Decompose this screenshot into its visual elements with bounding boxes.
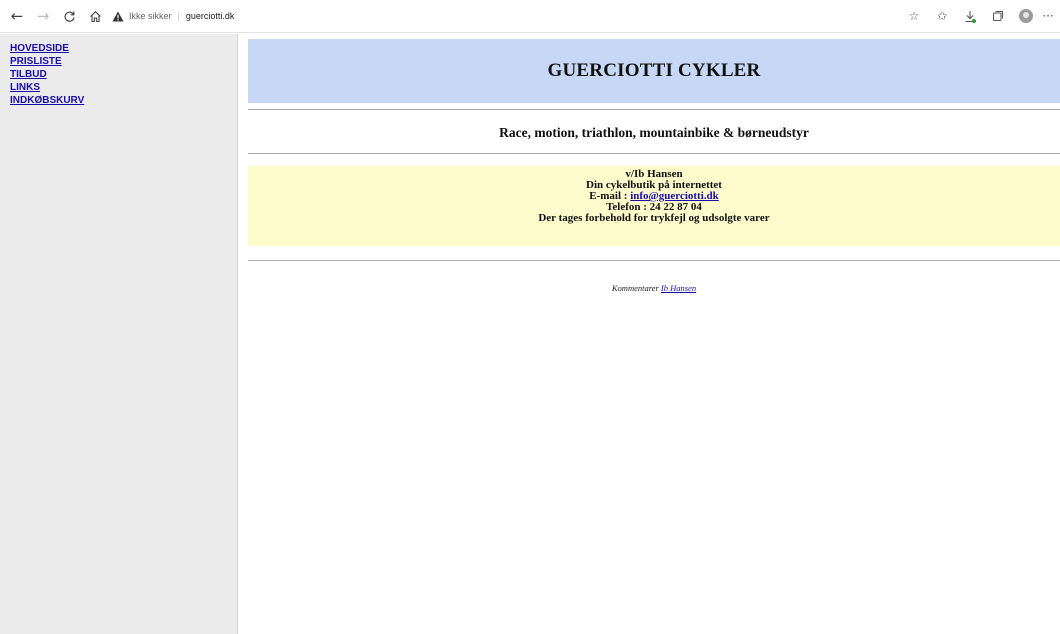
sidebar-menu: HOVEDSIDE PRISLISTE TILBUD LINKS INDKØBS… — [10, 42, 84, 107]
sidebar-item-tilbud[interactable]: TILBUD — [10, 68, 84, 81]
forward-button[interactable]: → — [32, 5, 54, 27]
sidebar-frame: HOVEDSIDE PRISLISTE TILBUD LINKS INDKØBS… — [0, 34, 238, 634]
contact-info-box: v/Ib Hansen Din cykelbutik på internette… — [248, 166, 1060, 246]
sidebar-item-prisliste[interactable]: PRISLISTE — [10, 55, 84, 68]
sidebar-item-links[interactable]: LINKS — [10, 81, 84, 94]
refresh-button[interactable] — [58, 5, 80, 27]
home-button[interactable] — [84, 5, 106, 27]
collections-icon — [993, 11, 1003, 21]
refresh-icon — [63, 11, 75, 22]
back-button[interactable]: ← — [6, 5, 28, 27]
title-banner: GUERCIOTTI CYKLER — [248, 39, 1060, 103]
divider — [248, 260, 1060, 261]
favorites-icon: ✩ — [936, 9, 948, 23]
downloads-icon — [965, 10, 976, 23]
add-favorite-button[interactable]: ☆ — [902, 5, 926, 27]
disclaimer-text: Der tages forbehold for trykfejl og udso… — [538, 212, 770, 224]
main-frame: GUERCIOTTI CYKLER Race, motion, triathlo… — [248, 34, 1060, 634]
comments-label: Kommentarer — [611, 283, 661, 293]
more-icon: ··· — [1042, 9, 1054, 23]
more-button[interactable]: ··· — [1042, 5, 1054, 27]
downloads-button[interactable] — [958, 5, 982, 27]
url-host[interactable]: guerciotti.dk — [186, 11, 235, 21]
page-title: GUERCIOTTI CYKLER — [547, 60, 761, 81]
add-favorite-icon: ☆ — [908, 9, 920, 23]
arrow-right-icon: → — [36, 7, 50, 25]
home-icon — [89, 10, 101, 22]
sidebar-item-indkobskurv[interactable]: INDKØBSKURV — [10, 94, 84, 107]
collections-button[interactable] — [986, 5, 1010, 27]
comments-author-link[interactable]: Ib Hansen — [661, 283, 696, 293]
divider — [248, 153, 1060, 154]
security-status-label[interactable]: Ikke sikker — [129, 11, 172, 21]
page-subtitle: Race, motion, triathlon, mountainbike & … — [499, 125, 809, 140]
profile-icon — [1019, 9, 1033, 23]
favorites-button[interactable]: ✩ — [930, 5, 954, 27]
toolbar-actions: ☆ ✩ ··· — [902, 5, 1054, 27]
address-bar[interactable]: Ikke sikker | guerciotti.dk — [112, 5, 234, 27]
comments-footer: Kommentarer Ib Hansen — [248, 283, 1060, 293]
profile-button[interactable] — [1014, 5, 1038, 27]
divider — [248, 109, 1060, 110]
warning-icon — [112, 11, 124, 21]
arrow-left-icon: ← — [10, 7, 24, 25]
browser-toolbar: ← → Ikke sikker | guerciotti.dk ☆ ✩ ··· — [0, 0, 1060, 33]
sidebar-item-hovedside[interactable]: HOVEDSIDE — [10, 42, 84, 55]
address-separator: | — [177, 11, 180, 21]
